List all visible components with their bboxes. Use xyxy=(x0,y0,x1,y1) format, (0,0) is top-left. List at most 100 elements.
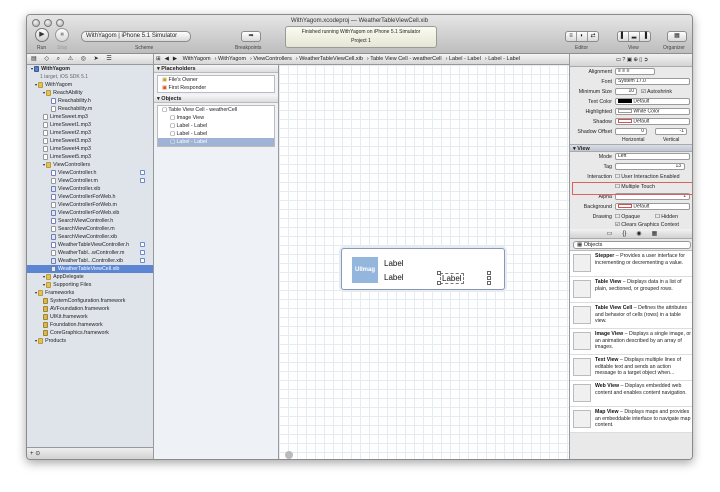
jump-item[interactable]: WithYagom xyxy=(218,56,246,62)
font-field[interactable]: System 17.0 xyxy=(615,78,690,85)
navigator-item[interactable]: ▾ ReachAbility xyxy=(27,89,153,97)
placeholder-files-owner[interactable]: ▣ File's Owner xyxy=(158,76,274,84)
breakpoint-nav-icon[interactable]: ➤ xyxy=(94,56,102,62)
navigator-item[interactable]: ViewControllerForWeb.h xyxy=(27,193,153,201)
outline-object[interactable]: ▢ Label - Label xyxy=(158,122,274,130)
alignment-control[interactable]: ≡ ≡ ≡ xyxy=(615,68,655,75)
navigator-item[interactable]: Reachability.m xyxy=(27,105,153,113)
textcolor-popup[interactable]: Default xyxy=(615,98,690,105)
resize-handle[interactable] xyxy=(487,271,491,275)
file-template-icon[interactable]: ▭ xyxy=(607,229,613,238)
library-popup[interactable]: ▦ Objects xyxy=(573,241,691,249)
outline-toggle-button[interactable] xyxy=(285,451,293,459)
object-library-icon[interactable]: ◉ xyxy=(636,229,641,238)
navigator-item[interactable]: SearchViewController.m xyxy=(27,225,153,233)
file-inspector-icon[interactable]: ▭ xyxy=(616,57,621,63)
navigator-item[interactable]: SearchViewController.h xyxy=(27,217,153,225)
navigator-item[interactable]: WeatherTabl...wController.m xyxy=(27,249,153,257)
outline-object[interactable]: ▢ Table View Cell - weatherCell xyxy=(158,106,274,114)
navigator-item[interactable]: ▾ AppDelegate xyxy=(27,273,153,281)
issue-icon[interactable]: ⚠ xyxy=(68,56,76,62)
navigator-item[interactable]: ▾ Products xyxy=(27,337,153,345)
help-icon[interactable]: ? xyxy=(622,57,625,63)
user-interaction-checkbox[interactable]: ☐ User Interaction Enabled xyxy=(615,172,680,182)
version-editor-icon[interactable]: ⇄ xyxy=(588,32,598,41)
jump-item[interactable]: WeatherTableViewCell.xib xyxy=(299,56,363,62)
jump-bar[interactable]: ⊞ ◀ ▶ WithYagom › WithYagom › ViewController… xyxy=(154,54,569,65)
search-icon[interactable]: ⌕ xyxy=(57,56,63,62)
forward-icon[interactable]: ▶ xyxy=(173,56,177,62)
stop-button[interactable]: ■ xyxy=(55,28,69,42)
library-item[interactable]: Table View Cell – Defines the attributes… xyxy=(570,303,692,329)
navigator-item[interactable]: ▾ WithYagom xyxy=(27,65,153,73)
close-button[interactable] xyxy=(32,19,40,27)
library-item[interactable]: Map View – Displays maps and provides an… xyxy=(570,407,692,433)
navigator-item[interactable]: LimeSweet1.mp3 xyxy=(27,121,153,129)
navigator-toggle-icon[interactable]: ▌ xyxy=(618,32,629,41)
navigator-item[interactable]: LimeSweet4.mp3 xyxy=(27,145,153,153)
back-icon[interactable]: ◀ xyxy=(165,56,169,62)
navigator-item[interactable]: Reachability.h xyxy=(27,97,153,105)
attributes-icon[interactable]: ⊕ xyxy=(633,57,637,63)
navigator-item[interactable]: SearchViewController.xib xyxy=(27,233,153,241)
resize-handle[interactable] xyxy=(437,271,441,275)
navigator-item[interactable]: ViewController.h xyxy=(27,169,153,177)
disclosure-icon[interactable]: ▾ xyxy=(157,96,160,102)
navigator-item[interactable]: ▾ Frameworks xyxy=(27,289,153,297)
shadow-popup[interactable]: Default xyxy=(615,118,690,125)
breakpoints-button[interactable]: ➡ xyxy=(241,31,261,42)
autoshrink-checkbox[interactable]: ☑ Autoshrink xyxy=(641,87,672,97)
inspector-tabs[interactable]: ▭ ? ▣ ⊕ ▯ ➲ xyxy=(570,54,692,67)
navigator-item[interactable]: ▾ Supporting Files xyxy=(27,281,153,289)
debug-toggle-icon[interactable]: ▂ xyxy=(629,32,640,41)
background-popup[interactable]: Default xyxy=(615,203,690,210)
interface-canvas[interactable]: UIImag Label Label Label xyxy=(279,65,569,459)
library-item[interactable]: Stepper – Provides a user interface for … xyxy=(570,251,692,277)
related-files-icon[interactable]: ⊞ xyxy=(156,56,161,62)
navigator-item[interactable]: AVFoundation.framework xyxy=(27,305,153,313)
navigator-item[interactable]: LimeSweet.mp3 xyxy=(27,113,153,121)
utilities-toggle-icon[interactable]: ▐ xyxy=(640,32,650,41)
resize-handle[interactable] xyxy=(487,276,491,280)
label-1[interactable]: Label xyxy=(384,259,404,268)
library-item[interactable]: Image View – Displays a single image, or… xyxy=(570,329,692,355)
symbol-icon[interactable]: ◇ xyxy=(44,56,52,62)
navigator-item[interactable]: WeatherTableViewController.h xyxy=(27,241,153,249)
library-tabs[interactable]: ▭ {} ◉ ▦ xyxy=(570,229,692,239)
navigator-item[interactable]: LimeSweet2.mp3 xyxy=(27,129,153,137)
library-item[interactable]: Text View – Displays multiple lines of e… xyxy=(570,355,692,381)
navigator-filter-bar[interactable]: + ⊙ xyxy=(27,447,154,459)
opaque-checkbox[interactable]: ☐ Opaque xyxy=(615,212,640,222)
hidden-checkbox[interactable]: ☐ Hidden xyxy=(655,212,678,222)
zoom-button[interactable] xyxy=(56,19,64,27)
navigator-item[interactable]: ViewController.xib xyxy=(27,185,153,193)
placeholder-first-responder[interactable]: ▣ First Responder xyxy=(158,84,274,92)
view-segment[interactable]: ▌ ▂ ▐ xyxy=(617,31,651,42)
tag-field[interactable]: 13 xyxy=(615,163,685,170)
standard-editor-icon[interactable]: ≡ xyxy=(566,32,577,41)
add-icon[interactable]: + xyxy=(30,451,34,457)
size-icon[interactable]: ▯ xyxy=(639,57,642,63)
table-view-cell[interactable]: UIImag Label Label Label xyxy=(341,248,505,290)
navigator-item[interactable]: LimeSweet3.mp3 xyxy=(27,137,153,145)
scheme-selector[interactable]: WithYagom | iPhone 5.1 Simulator xyxy=(81,31,191,42)
filter-icon[interactable]: ⊙ xyxy=(35,451,40,457)
navigator-item[interactable]: WeatherTableViewCell.xib xyxy=(27,265,153,273)
organizer-icon[interactable]: ▦ xyxy=(668,32,686,41)
shadow-h-field[interactable]: 0 xyxy=(615,128,647,135)
highlighted-popup[interactable]: White Color xyxy=(615,108,690,115)
navigator-selector-bar[interactable]: ▤ ◇ ⌕ ⚠ ◎ ➤ ☰ xyxy=(27,54,154,65)
jump-item[interactable]: Label - Label xyxy=(449,56,481,62)
navigator-item[interactable]: Foundation.framework xyxy=(27,321,153,329)
navigator-item[interactable]: UIKit.framework xyxy=(27,313,153,321)
library-item[interactable]: Web View – Displays embedded web content… xyxy=(570,381,692,407)
image-view[interactable]: UIImag xyxy=(352,257,378,283)
navigator-item[interactable]: WeatherTabl...Controller.xib xyxy=(27,257,153,265)
resize-handle[interactable] xyxy=(437,281,441,285)
log-icon[interactable]: ☰ xyxy=(106,56,114,62)
mode-popup[interactable]: Left xyxy=(615,153,690,160)
run-button[interactable]: ▶ xyxy=(35,28,49,42)
outline-object[interactable]: ▢ Label - Label xyxy=(158,130,274,138)
navigator-item[interactable]: 1 target, iOS SDK 5.1 xyxy=(27,73,153,81)
jump-item[interactable]: Label - Label xyxy=(488,56,520,62)
